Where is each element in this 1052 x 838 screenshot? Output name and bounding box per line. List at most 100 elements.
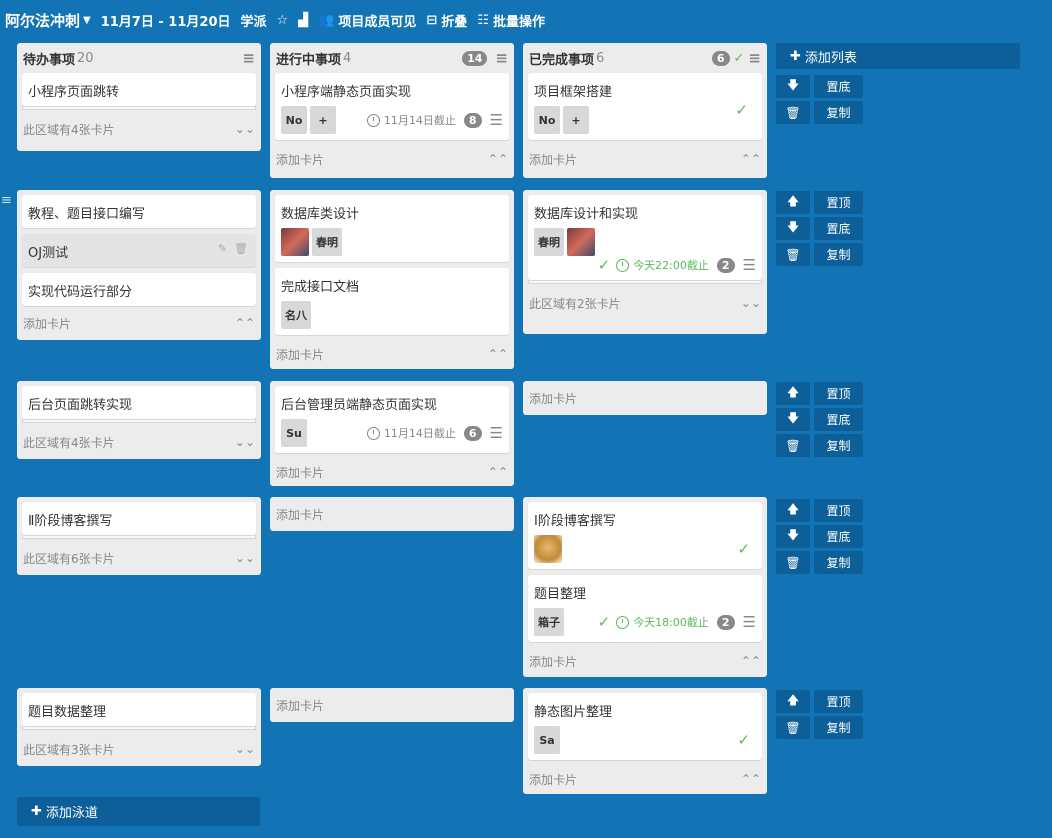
expand-icon[interactable]: ⌄⌄ (235, 551, 255, 565)
collapse-icon[interactable]: ⌃⌃ (488, 347, 508, 361)
add-lane-button[interactable]: ✚ 添加泳道 (17, 797, 260, 826)
trash-icon[interactable]: 🗑 (776, 551, 810, 574)
move-bottom-button[interactable]: 置底 (814, 525, 863, 548)
add-card-label[interactable]: 添加卡片 (276, 151, 324, 168)
add-member-chip[interactable]: + (310, 106, 336, 134)
expand-icon[interactable]: ⌄⌄ (235, 122, 255, 136)
add-member-chip[interactable]: + (563, 106, 589, 134)
collapse-icon[interactable]: ⌃⌃ (235, 316, 255, 330)
add-card-label[interactable]: 添加卡片 (529, 151, 577, 168)
copy-button[interactable]: 复制 (814, 101, 863, 124)
arrow-up-icon[interactable]: 🡅 (776, 499, 810, 522)
collapsed-info[interactable]: 此区域有4张卡片 ⌄⌄ (17, 429, 261, 455)
add-card-label[interactable]: 添加卡片 (529, 390, 577, 407)
add-card-label[interactable]: 添加卡片 (276, 346, 324, 363)
move-top-button[interactable]: 置顶 (814, 382, 863, 405)
lane3-done[interactable]: 添加卡片 (523, 381, 767, 415)
card[interactable]: OJ测试 ✎ 🗑 (22, 234, 256, 267)
board-title[interactable]: 阿尔法冲刺 ▼ (5, 10, 101, 31)
member-chip[interactable]: No (281, 106, 307, 134)
add-card-label[interactable]: 添加卡片 (276, 697, 324, 714)
trash-icon[interactable]: 🗑 (776, 101, 810, 124)
card[interactable]: 后台页面跳转实现 (22, 386, 256, 419)
add-card-label[interactable]: 添加卡片 (529, 653, 577, 670)
collapse-icon[interactable]: ⌃⌃ (488, 465, 508, 479)
add-card-row[interactable]: 添加卡片 ⌃⌃ (270, 459, 514, 485)
arrow-down-icon[interactable]: 🡇 (776, 408, 810, 431)
copy-button[interactable]: 复制 (814, 716, 863, 739)
member-chip[interactable]: Su (281, 419, 307, 447)
collapse-icon[interactable]: ⌃⌃ (488, 152, 508, 166)
card[interactable]: 后台管理员端静态页面实现 Su 11月14日截止 6 ☰ (275, 386, 509, 453)
expand-icon[interactable]: ⌄⌄ (235, 435, 255, 449)
add-card-row[interactable]: 添加卡片 ⌃⌃ (17, 312, 261, 334)
menu-icon[interactable]: ≡ (242, 49, 255, 67)
card[interactable]: 小程序页面跳转 (22, 73, 256, 106)
edit-icon[interactable]: ✎ (218, 242, 227, 255)
delete-icon[interactable]: 🗑 (234, 242, 248, 255)
star-icon[interactable]: ☆ (277, 13, 289, 28)
menu-icon[interactable]: ≡ (748, 49, 761, 67)
add-card-label[interactable]: 添加卡片 (529, 771, 577, 788)
trash-icon[interactable]: 🗑 (776, 716, 810, 739)
arrow-down-icon[interactable]: 🡇 (776, 75, 810, 98)
card[interactable]: 数据库类设计 春明 (275, 195, 509, 262)
arrow-up-icon[interactable]: 🡅 (776, 690, 810, 713)
lane4-doing[interactable]: 添加卡片 (270, 497, 514, 531)
lane5-doing[interactable]: 添加卡片 (270, 688, 514, 722)
card[interactable]: Ⅰ阶段博客撰写 ✓ (528, 502, 762, 569)
member-avatar[interactable] (534, 535, 562, 563)
member-chip[interactable]: 箱子 (534, 608, 564, 636)
add-card-row[interactable]: 添加卡片 ⌃⌃ (523, 648, 767, 674)
card[interactable]: 项目框架搭建 No + ✓ (528, 73, 762, 140)
add-card-row[interactable]: 添加卡片 ⌃⌃ (523, 766, 767, 792)
card[interactable]: Ⅱ阶段博客撰写 (22, 502, 256, 535)
add-card-label[interactable]: 添加卡片 (276, 506, 324, 523)
member-avatar[interactable] (567, 228, 595, 256)
card[interactable]: 静态图片整理 Sa ✓ (528, 693, 762, 760)
add-card-row[interactable]: 添加卡片 ⌃⌃ (523, 146, 767, 172)
add-card-label[interactable]: 添加卡片 (23, 315, 71, 332)
member-chip[interactable]: Sa (534, 726, 560, 754)
trash-icon[interactable]: 🗑 (776, 243, 810, 266)
add-list-button[interactable]: ✚ 添加列表 (776, 43, 1020, 69)
move-top-button[interactable]: 置顶 (814, 191, 863, 214)
trash-icon[interactable]: 🗑 (776, 434, 810, 457)
add-card-label[interactable]: 添加卡片 (276, 464, 324, 481)
card[interactable]: 小程序端静态页面实现 No + 11月14日截止 8 ☰ (275, 73, 509, 140)
card[interactable]: 题目数据整理 (22, 693, 256, 726)
move-bottom-button[interactable]: 置底 (814, 75, 863, 98)
fold-button[interactable]: ⊟ 折叠 (426, 11, 467, 30)
card[interactable]: 完成接口文档 名八 (275, 268, 509, 335)
move-bottom-button[interactable]: 置底 (814, 408, 863, 431)
drag-handle-icon[interactable]: ≡ (1, 193, 12, 208)
move-top-button[interactable]: 置顶 (814, 499, 863, 522)
collapse-icon[interactable]: ⌃⌃ (741, 772, 761, 786)
arrow-up-icon[interactable]: 🡅 (776, 382, 810, 405)
member-chip[interactable]: 春明 (534, 228, 564, 256)
expand-icon[interactable]: ⌄⌄ (741, 296, 761, 310)
collapsed-info[interactable]: 此区域有6张卡片 ⌄⌄ (17, 545, 261, 571)
collapsed-info[interactable]: 此区域有3张卡片 ⌄⌄ (17, 736, 261, 762)
batch-button[interactable]: ☷ 批量操作 (477, 11, 545, 30)
collapse-icon[interactable]: ⌃⌃ (741, 152, 761, 166)
team-name[interactable]: 学派 (240, 11, 266, 30)
collapse-icon[interactable]: ⌃⌃ (741, 654, 761, 668)
member-avatar[interactable] (281, 228, 309, 256)
card[interactable]: 教程、题目接口编写 (22, 195, 256, 228)
collapsed-info[interactable]: 此区域有2张卡片 ⌄⌄ (523, 290, 767, 316)
copy-button[interactable]: 复制 (814, 434, 863, 457)
visibility-button[interactable]: 👥 项目成员可见 (318, 11, 416, 30)
copy-button[interactable]: 复制 (814, 243, 863, 266)
move-top-button[interactable]: 置顶 (814, 690, 863, 713)
arrow-down-icon[interactable]: 🡇 (776, 217, 810, 240)
caret-down-icon[interactable]: ▼ (83, 15, 91, 26)
card[interactable]: 题目整理 箱子 ✓ 今天18:00截止 2 ☰ (528, 575, 762, 642)
card[interactable]: 实现代码运行部分 (22, 273, 256, 306)
member-chip[interactable]: No (534, 106, 560, 134)
expand-icon[interactable]: ⌄⌄ (235, 742, 255, 756)
menu-icon[interactable]: ≡ (495, 49, 508, 67)
add-card-row[interactable]: 添加卡片 ⌃⌃ (270, 341, 514, 367)
member-chip[interactable]: 春明 (312, 228, 342, 256)
move-bottom-button[interactable]: 置底 (814, 217, 863, 240)
